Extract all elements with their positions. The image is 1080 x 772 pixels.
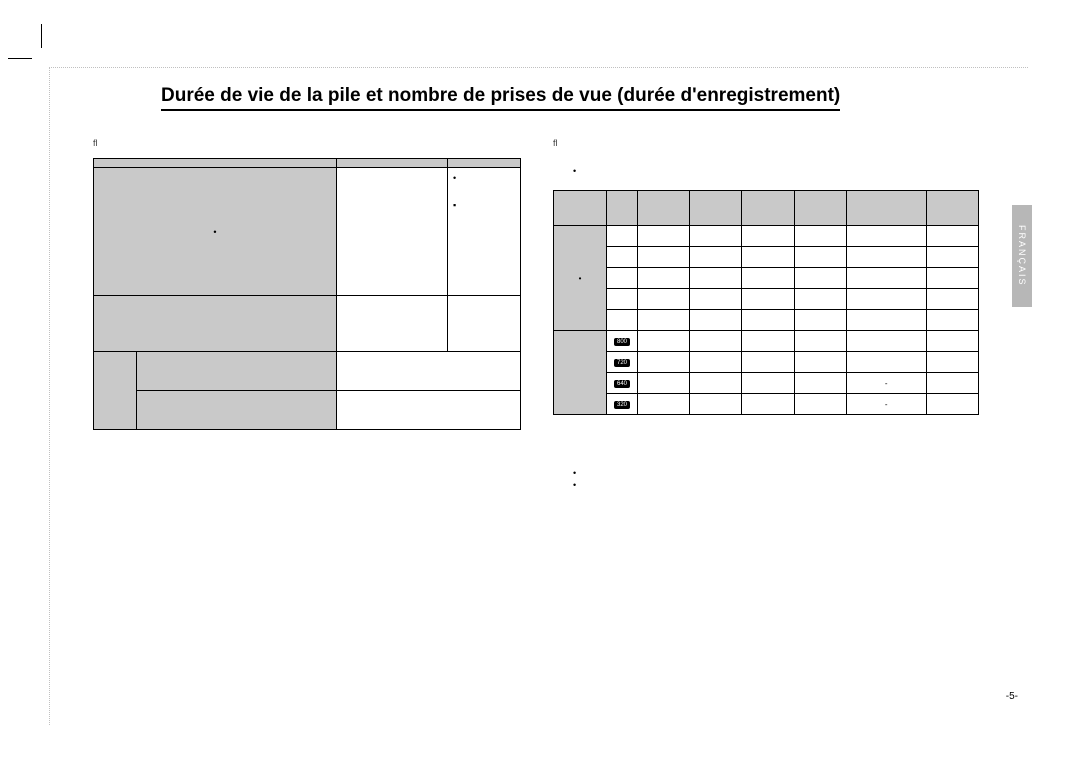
page-number: -5-	[1006, 691, 1018, 702]
note-right: ﬂ	[553, 138, 558, 148]
right-bullet-1: •	[573, 166, 576, 176]
note-left: ﬂ	[93, 138, 98, 148]
res-720-icon: 720	[614, 359, 630, 367]
res-320-icon: 320	[614, 401, 630, 409]
page-title: Durée de vie de la pile et nombre de pri…	[161, 85, 840, 111]
right-bullet-2: •	[573, 468, 576, 478]
res-800-icon: 800	[614, 338, 630, 346]
res-640-icon: 640	[614, 380, 630, 388]
battery-life-table: • • ▪	[93, 158, 521, 430]
storage-capacity-table: • 800 720 640- 320-	[553, 190, 979, 415]
bullet-icon: •	[213, 227, 216, 237]
right-bullet-3: •	[573, 480, 576, 490]
square-icon: ▪	[453, 199, 461, 213]
language-tab: FRANÇAIS	[1012, 205, 1032, 307]
